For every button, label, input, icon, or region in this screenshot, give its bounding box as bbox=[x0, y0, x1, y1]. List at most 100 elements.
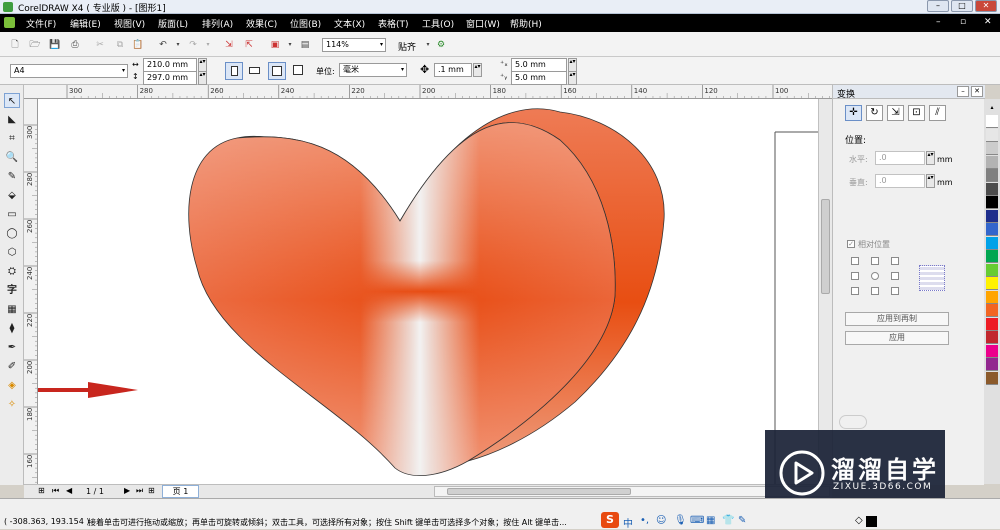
anchor-top-left[interactable] bbox=[851, 257, 859, 265]
snap-to-button[interactable]: 贴齐 bbox=[398, 40, 416, 53]
docker-scroll-handle[interactable] bbox=[839, 415, 867, 429]
doc-restore-button[interactable]: ▫ bbox=[960, 17, 966, 27]
ime-settings-icon[interactable]: ✎ bbox=[738, 515, 746, 526]
fill-tool-icon[interactable]: ◈ bbox=[4, 378, 20, 393]
eyedropper-tool-icon[interactable]: ✒ bbox=[4, 340, 20, 355]
vertical-position-input[interactable]: .0 bbox=[875, 174, 925, 188]
launcher-dropdown-icon[interactable]: ▾ bbox=[283, 38, 297, 52]
anchor-bottom-left[interactable] bbox=[851, 287, 859, 295]
rectangle-tool-icon[interactable]: ▭ bbox=[4, 207, 20, 222]
anchor-bottom-center[interactable] bbox=[871, 287, 879, 295]
palette-swatch[interactable] bbox=[986, 182, 998, 196]
paper-width-input[interactable]: 210.0 mm bbox=[143, 58, 197, 72]
palette-swatch[interactable] bbox=[986, 371, 998, 385]
next-page-icon[interactable]: ▶ bbox=[124, 486, 130, 495]
ime-punctuation-icon[interactable]: •, bbox=[640, 515, 649, 526]
welcome-screen-icon[interactable]: ▤ bbox=[298, 38, 312, 52]
palette-swatch[interactable] bbox=[986, 277, 998, 290]
rotate-tab-icon[interactable]: ↻ bbox=[866, 105, 883, 121]
landscape-button[interactable] bbox=[246, 62, 264, 80]
interactive-fill-tool-icon[interactable]: ✧ bbox=[4, 397, 20, 412]
menu-item-0[interactable]: 文件(F) bbox=[26, 17, 56, 30]
horizontal-ruler[interactable]: 3002802602402202001801601401201008060402… bbox=[24, 85, 832, 99]
ime-skin-icon[interactable]: 👕 bbox=[722, 515, 734, 526]
undo-dropdown-icon[interactable]: ▾ bbox=[171, 38, 185, 52]
palette-swatch[interactable] bbox=[986, 115, 998, 128]
paper-width-spinner[interactable]: ▴▾ bbox=[198, 58, 207, 72]
maximize-button[interactable]: □ bbox=[951, 0, 973, 12]
nudge-spinner[interactable]: ▴▾ bbox=[473, 63, 482, 77]
redo-dropdown-icon[interactable]: ▾ bbox=[201, 38, 215, 52]
menu-item-2[interactable]: 视图(V) bbox=[114, 17, 145, 30]
doc-close-button[interactable]: ✕ bbox=[984, 17, 992, 27]
last-page-icon[interactable]: ⏭ bbox=[136, 486, 143, 496]
palette-swatch[interactable] bbox=[986, 331, 998, 344]
apply-to-duplicate-button[interactable]: 应用到再制 bbox=[845, 312, 949, 326]
cut-icon[interactable]: ✂ bbox=[93, 38, 107, 52]
open-file-icon[interactable]: 🗁 bbox=[28, 38, 42, 52]
ime-voice-icon[interactable]: 🎙 bbox=[674, 515, 687, 526]
save-icon[interactable]: 💾 bbox=[48, 38, 62, 52]
drawing-canvas[interactable] bbox=[38, 99, 818, 484]
palette-swatch[interactable] bbox=[986, 236, 998, 250]
menu-item-1[interactable]: 编辑(E) bbox=[70, 17, 101, 30]
zoom-tool-icon[interactable]: 🔍 bbox=[4, 150, 20, 165]
add-page-icon[interactable]: ⊞ bbox=[148, 486, 155, 495]
palette-swatch[interactable] bbox=[986, 223, 998, 236]
ime-emoji-icon[interactable]: ☺ bbox=[656, 515, 666, 526]
duplicate-x-spinner[interactable]: ▴▾ bbox=[568, 58, 577, 72]
palette-swatch[interactable] bbox=[986, 317, 998, 331]
menu-item-7[interactable]: 文本(X) bbox=[334, 17, 365, 30]
vertical-ruler[interactable]: 300 280 260 240 220 200 180 160 bbox=[24, 99, 38, 484]
vertical-scrollbar[interactable] bbox=[818, 99, 832, 484]
heart-front-face[interactable] bbox=[160, 100, 640, 484]
interactive-blend-tool-icon[interactable]: ⧫ bbox=[4, 321, 20, 336]
docker-close-button[interactable]: ✕ bbox=[971, 86, 983, 97]
text-tool-icon[interactable]: 字 bbox=[4, 283, 20, 298]
portrait-button[interactable] bbox=[225, 62, 243, 80]
export-icon[interactable]: ⇱ bbox=[242, 38, 256, 52]
doc-minimize-button[interactable]: – bbox=[936, 17, 941, 27]
input-method-logo-icon[interactable]: S bbox=[601, 512, 619, 528]
palette-swatch[interactable] bbox=[986, 155, 998, 169]
print-icon[interactable]: ⎙ bbox=[68, 38, 82, 52]
duplicate-y-spinner[interactable]: ▴▾ bbox=[568, 71, 577, 85]
menu-item-9[interactable]: 工具(O) bbox=[422, 17, 454, 30]
ime-toolbox-icon[interactable]: ▦ bbox=[706, 515, 715, 526]
minimize-button[interactable]: – bbox=[927, 0, 949, 12]
vertical-scroll-thumb[interactable] bbox=[821, 199, 830, 294]
palette-swatch[interactable] bbox=[986, 196, 998, 209]
apply-button[interactable]: 应用 bbox=[845, 331, 949, 345]
units-select[interactable]: 毫米 ▾ bbox=[339, 63, 407, 77]
palette-swatch[interactable] bbox=[986, 290, 998, 304]
palette-swatch[interactable] bbox=[986, 250, 998, 263]
anchor-top-right[interactable] bbox=[891, 257, 899, 265]
paper-height-input[interactable]: 297.0 mm bbox=[143, 71, 197, 85]
vertical-position-spinner[interactable]: ▴▾ bbox=[926, 174, 935, 188]
paper-height-spinner[interactable]: ▴▾ bbox=[198, 71, 207, 85]
freehand-tool-icon[interactable]: ✎ bbox=[4, 169, 20, 184]
paper-type-select[interactable]: A4 ▾ bbox=[10, 64, 128, 78]
palette-swatch[interactable] bbox=[986, 169, 998, 182]
size-tab-icon[interactable]: ⊡ bbox=[908, 105, 925, 121]
zoom-level-input[interactable]: 114% ▾ bbox=[322, 38, 386, 52]
smart-fill-tool-icon[interactable]: ⬙ bbox=[4, 188, 20, 203]
anchor-bottom-right[interactable] bbox=[891, 287, 899, 295]
all-pages-button[interactable] bbox=[268, 62, 286, 80]
previous-page-icon[interactable]: ◀ bbox=[66, 486, 72, 495]
palette-swatch[interactable] bbox=[986, 344, 998, 358]
options-icon[interactable]: ⚙ bbox=[434, 38, 448, 52]
menu-item-3[interactable]: 版面(L) bbox=[158, 17, 188, 30]
first-page-icon[interactable]: ⏮ bbox=[52, 486, 59, 496]
anchor-top-center[interactable] bbox=[871, 257, 879, 265]
palette-swatch[interactable] bbox=[986, 142, 998, 155]
current-page-button[interactable] bbox=[290, 62, 308, 80]
palette-scroll-up-icon[interactable]: ▴ bbox=[986, 103, 998, 112]
ime-chinese-mode-icon[interactable]: 中 bbox=[623, 515, 633, 530]
horizontal-scroll-thumb[interactable] bbox=[447, 488, 631, 495]
horizontal-position-input[interactable]: .0 bbox=[875, 151, 925, 165]
docker-minimize-button[interactable]: – bbox=[957, 86, 969, 97]
close-button[interactable]: ✕ bbox=[975, 0, 997, 12]
scale-tab-icon[interactable]: ⇲ bbox=[887, 105, 904, 121]
ellipse-tool-icon[interactable]: ◯ bbox=[4, 226, 20, 241]
